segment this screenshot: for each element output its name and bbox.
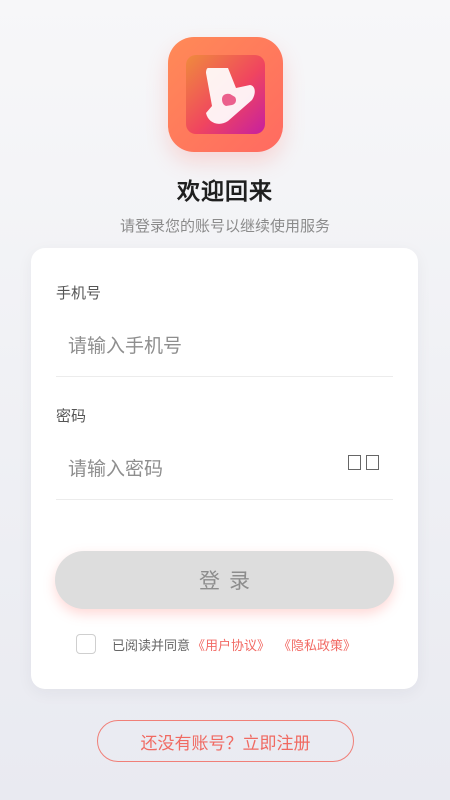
user-agreement-link[interactable]: 《用户协议》 — [192, 635, 270, 654]
agreement-text: 已阅读并同意 — [112, 638, 191, 654]
register-button[interactable]: 还没有账号？立即注册 — [97, 720, 354, 762]
login-card: 手机号 密码 登录 已阅读并同意 《用户协议》 《隐私政策》 — [31, 248, 418, 689]
play-logo-icon — [206, 68, 255, 124]
phone-input[interactable] — [56, 315, 393, 377]
password-label: 密码 — [56, 407, 87, 425]
eye-toggle-icon — [366, 455, 379, 470]
password-visibility-toggle[interactable] — [347, 452, 381, 474]
privacy-policy-link[interactable]: 《隐私政策》 — [278, 635, 356, 654]
welcome-title: 欢迎回来 — [177, 179, 273, 205]
welcome-subtitle: 请登录您的账号以继续使用服务 — [119, 217, 330, 235]
app-logo-icon — [168, 37, 283, 152]
app-logo-glyph — [186, 55, 265, 134]
agreement-checkbox[interactable] — [76, 634, 96, 654]
password-input[interactable] — [56, 438, 393, 500]
phone-label: 手机号 — [56, 284, 102, 302]
eye-toggle-icon — [348, 455, 361, 470]
agreement-row: 已阅读并同意 《用户协议》 《隐私政策》 — [76, 633, 356, 655]
login-button[interactable]: 登录 — [55, 551, 394, 609]
